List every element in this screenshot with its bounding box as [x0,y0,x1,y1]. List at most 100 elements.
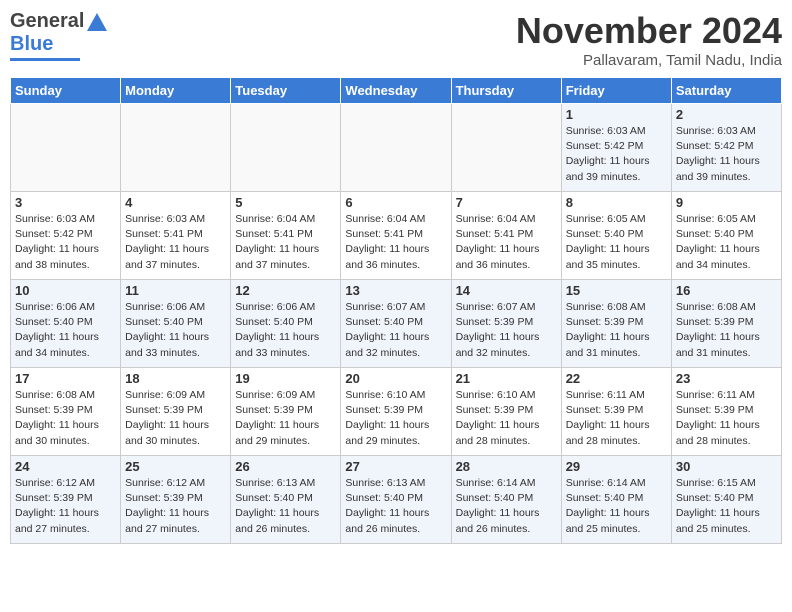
day-number: 25 [125,459,226,474]
weekday-header-wednesday: Wednesday [341,78,451,104]
day-info-text: Sunrise: 6:14 AMSunset: 5:40 PMDaylight:… [456,476,557,537]
calendar-day-7: 7Sunrise: 6:04 AMSunset: 5:41 PMDaylight… [451,192,561,280]
day-number: 14 [456,283,557,298]
day-number: 17 [15,371,116,386]
calendar-empty-cell [341,104,451,192]
day-info-text: Sunrise: 6:13 AMSunset: 5:40 PMDaylight:… [235,476,336,537]
location-text: Pallavaram, Tamil Nadu, India [516,52,782,69]
day-info-text: Sunrise: 6:10 AMSunset: 5:39 PMDaylight:… [456,388,557,449]
day-number: 21 [456,371,557,386]
day-number: 6 [345,195,446,210]
day-info-text: Sunrise: 6:14 AMSunset: 5:40 PMDaylight:… [566,476,667,537]
day-info-text: Sunrise: 6:03 AMSunset: 5:41 PMDaylight:… [125,212,226,273]
weekday-header-thursday: Thursday [451,78,561,104]
day-info-text: Sunrise: 6:03 AMSunset: 5:42 PMDaylight:… [676,124,777,185]
calendar-day-21: 21 Sunrise: 6:10 AMSunset: 5:39 PMDayligh… [451,368,561,456]
day-info-text: Sunrise: 6:03 AMSunset: 5:42 PMDaylight:… [566,124,667,185]
logo-blue-text: Blue [10,33,53,55]
day-info-text: Sunrise: 6:09 AMSunset: 5:39 PMDaylight:… [235,388,336,449]
calendar-day-11: 11 Sunrise: 6:06 AMSunset: 5:40 PMDayligh… [121,280,231,368]
calendar-day-26: 26 Sunrise: 6:13 AMSunset: 5:40 PMDayligh… [231,456,341,544]
calendar-day-8: 8 Sunrise: 6:05 AMSunset: 5:40 PMDaylight… [561,192,671,280]
calendar-day-17: 17 Sunrise: 6:08 AMSunset: 5:39 PMDayligh… [11,368,121,456]
logo-underline [10,58,80,61]
day-number: 18 [125,371,226,386]
calendar-day-25: 25 Sunrise: 6:12 AMSunset: 5:39 PMDayligh… [121,456,231,544]
calendar-day-3: 3 Sunrise: 6:03 AMSunset: 5:42 PMDaylight… [11,192,121,280]
calendar-day-1: 1 Sunrise: 6:03 AMSunset: 5:42 PMDaylight… [561,104,671,192]
day-info-text: Sunrise: 6:05 AMSunset: 5:40 PMDaylight:… [566,212,667,273]
calendar-week-row: 1 Sunrise: 6:03 AMSunset: 5:42 PMDaylight… [11,104,782,192]
day-info-text: Sunrise: 6:15 AMSunset: 5:40 PMDaylight:… [676,476,777,537]
calendar-day-23: 23 Sunrise: 6:11 AMSunset: 5:39 PMDayligh… [671,368,781,456]
day-info-text: Sunrise: 6:04 AMSunset: 5:41 PMDaylight:… [235,212,336,273]
calendar-day-16: 16Sunrise: 6:08 AMSunset: 5:39 PMDayligh… [671,280,781,368]
day-info-text: Sunrise: 6:06 AMSunset: 5:40 PMDaylight:… [15,300,116,361]
day-info-text: Sunrise: 6:03 AMSunset: 5:42 PMDaylight:… [15,212,116,273]
calendar-day-20: 20 Sunrise: 6:10 AMSunset: 5:39 PMDayligh… [341,368,451,456]
day-number: 20 [345,371,446,386]
page-header: General Blue November 2024 Pallavaram, T… [10,10,782,69]
calendar-day-4: 4Sunrise: 6:03 AMSunset: 5:41 PMDaylight… [121,192,231,280]
day-info-text: Sunrise: 6:06 AMSunset: 5:40 PMDaylight:… [235,300,336,361]
day-info-text: Sunrise: 6:09 AMSunset: 5:39 PMDaylight:… [125,388,226,449]
day-number: 15 [566,283,667,298]
calendar-day-9: 9Sunrise: 6:05 AMSunset: 5:40 PMDaylight… [671,192,781,280]
calendar-day-30: 30 Sunrise: 6:15 AMSunset: 5:40 PMDayligh… [671,456,781,544]
calendar-day-5: 5 Sunrise: 6:04 AMSunset: 5:41 PMDaylight… [231,192,341,280]
day-info-text: Sunrise: 6:08 AMSunset: 5:39 PMDaylight:… [15,388,116,449]
day-number: 13 [345,283,446,298]
weekday-header-row: SundayMondayTuesdayWednesdayThursdayFrid… [11,78,782,104]
day-number: 1 [566,107,667,122]
calendar-day-29: 29 Sunrise: 6:14 AMSunset: 5:40 PMDayligh… [561,456,671,544]
day-info-text: Sunrise: 6:11 AMSunset: 5:39 PMDaylight:… [676,388,777,449]
day-number: 8 [566,195,667,210]
day-number: 5 [235,195,336,210]
day-info-text: Sunrise: 6:06 AMSunset: 5:40 PMDaylight:… [125,300,226,361]
weekday-header-tuesday: Tuesday [231,78,341,104]
month-title: November 2024 [516,10,782,52]
day-number: 22 [566,371,667,386]
day-number: 27 [345,459,446,474]
day-number: 16 [676,283,777,298]
calendar-day-22: 22Sunrise: 6:11 AMSunset: 5:39 PMDayligh… [561,368,671,456]
logo: General Blue [10,10,107,61]
calendar-table: SundayMondayTuesdayWednesdayThursdayFrid… [10,77,782,544]
calendar-day-10: 10 Sunrise: 6:06 AMSunset: 5:40 PMDayligh… [11,280,121,368]
day-number: 29 [566,459,667,474]
calendar-week-row: 3 Sunrise: 6:03 AMSunset: 5:42 PMDaylight… [11,192,782,280]
day-number: 19 [235,371,336,386]
calendar-empty-cell [231,104,341,192]
day-number: 23 [676,371,777,386]
calendar-day-2: 2 Sunrise: 6:03 AMSunset: 5:42 PMDaylight… [671,104,781,192]
day-number: 10 [15,283,116,298]
day-number: 26 [235,459,336,474]
weekday-header-monday: Monday [121,78,231,104]
calendar-day-24: 24Sunrise: 6:12 AMSunset: 5:39 PMDayligh… [11,456,121,544]
calendar-day-15: 15 Sunrise: 6:08 AMSunset: 5:39 PMDayligh… [561,280,671,368]
day-info-text: Sunrise: 6:04 AMSunset: 5:41 PMDaylight:… [345,212,446,273]
calendar-week-row: 10 Sunrise: 6:06 AMSunset: 5:40 PMDayligh… [11,280,782,368]
day-info-text: Sunrise: 6:08 AMSunset: 5:39 PMDaylight:… [566,300,667,361]
calendar-day-28: 28 Sunrise: 6:14 AMSunset: 5:40 PMDayligh… [451,456,561,544]
calendar-day-27: 27 Sunrise: 6:13 AMSunset: 5:40 PMDayligh… [341,456,451,544]
day-number: 3 [15,195,116,210]
calendar-day-12: 12 Sunrise: 6:06 AMSunset: 5:40 PMDayligh… [231,280,341,368]
day-info-text: Sunrise: 6:13 AMSunset: 5:40 PMDaylight:… [345,476,446,537]
calendar-week-row: 24Sunrise: 6:12 AMSunset: 5:39 PMDayligh… [11,456,782,544]
calendar-day-6: 6 Sunrise: 6:04 AMSunset: 5:41 PMDaylight… [341,192,451,280]
day-number: 30 [676,459,777,474]
calendar-empty-cell [451,104,561,192]
day-number: 12 [235,283,336,298]
day-info-text: Sunrise: 6:10 AMSunset: 5:39 PMDaylight:… [345,388,446,449]
logo-triangle-icon [87,13,107,31]
weekday-header-sunday: Sunday [11,78,121,104]
day-info-text: Sunrise: 6:12 AMSunset: 5:39 PMDaylight:… [125,476,226,537]
calendar-day-19: 19 Sunrise: 6:09 AMSunset: 5:39 PMDayligh… [231,368,341,456]
day-info-text: Sunrise: 6:07 AMSunset: 5:40 PMDaylight:… [345,300,446,361]
day-number: 11 [125,283,226,298]
day-number: 9 [676,195,777,210]
day-number: 2 [676,107,777,122]
day-number: 28 [456,459,557,474]
calendar-empty-cell [11,104,121,192]
